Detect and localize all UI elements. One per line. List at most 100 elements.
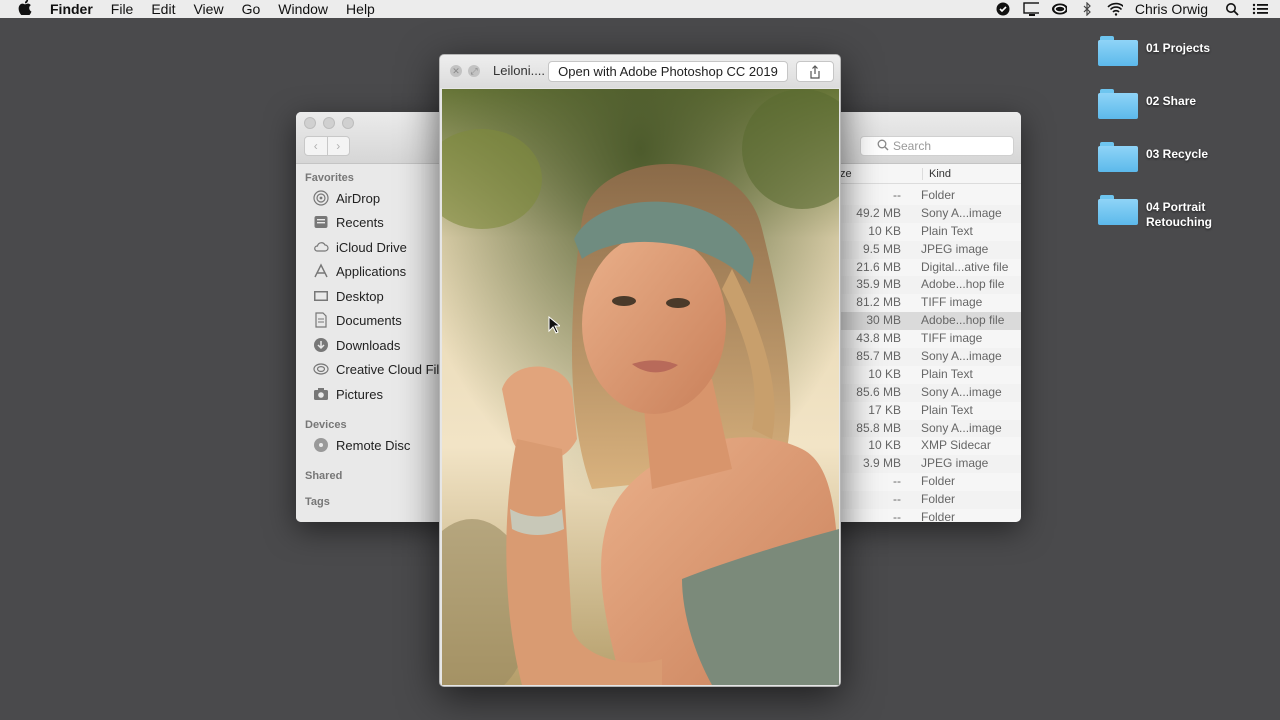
desktop-folder-label: 02 Share <box>1146 94 1197 108</box>
desktop-folder-label: 04 Portrait Retouching <box>1146 200 1212 229</box>
close-icon[interactable]: ✕ <box>450 65 462 77</box>
menu-go[interactable]: Go <box>242 1 261 17</box>
file-row[interactable]: 85.8 MB Sony A...image <box>836 419 1021 438</box>
file-row[interactable]: 10 KB XMP Sidecar <box>836 437 1021 455</box>
sidebar-item-pictures[interactable]: Pictures <box>313 384 383 404</box>
file-row[interactable]: 35.9 MB Adobe...hop file <box>836 276 1021 295</box>
sidebar-item-creative-cloud-files[interactable]: Creative Cloud Files <box>313 359 453 379</box>
fullscreen-icon[interactable]: ⤢ <box>468 65 480 77</box>
file-row[interactable]: 85.7 MB Sony A...image <box>836 348 1021 366</box>
file-row[interactable]: -- Folder <box>836 491 1021 510</box>
sidebar-item-applications[interactable]: Applications <box>313 261 406 281</box>
file-size: 85.6 MB <box>856 384 901 399</box>
column-size[interactable]: ze <box>840 168 852 180</box>
file-size: -- <box>893 474 901 489</box>
file-row[interactable]: 10 KB Plain Text <box>836 223 1021 241</box>
wifi-icon[interactable] <box>1107 2 1123 16</box>
devices-header: Devices <box>305 419 347 431</box>
file-size: 49.2 MB <box>856 205 901 220</box>
file-row[interactable]: 30 MB Adobe...hop file <box>836 312 1021 331</box>
file-kind: Plain Text <box>921 223 973 238</box>
menu-file[interactable]: File <box>111 1 134 17</box>
file-kind: XMP Sidecar <box>921 438 991 453</box>
notification-center-icon[interactable] <box>1252 2 1268 16</box>
desktop-folder-share[interactable]: 02 Share <box>1098 87 1196 119</box>
desktop-icon <box>313 288 329 304</box>
file-row[interactable]: 21.6 MB Digital...ative file <box>836 259 1021 277</box>
quick-look-window: ✕ ⤢ Leiloni.... Open with Adobe Photosho… <box>439 54 841 687</box>
file-row[interactable]: 81.2 MB TIFF image <box>836 294 1021 312</box>
creative-cloud-files-icon <box>313 361 329 377</box>
sidebar-item-recents[interactable]: Recents <box>313 212 384 232</box>
apple-menu-icon[interactable] <box>18 0 34 18</box>
user-name[interactable]: Chris Orwig <box>1135 1 1208 17</box>
file-kind: Folder <box>921 188 956 202</box>
sidebar-item-desktop[interactable]: Desktop <box>313 286 384 306</box>
display-icon[interactable] <box>1023 2 1039 16</box>
camera-icon <box>313 386 329 402</box>
menu-bar: Finder File Edit View Go Window Help Chr… <box>0 0 1280 18</box>
back-button[interactable]: ‹ <box>305 137 328 155</box>
file-row[interactable]: 17 KB Plain Text <box>836 402 1021 420</box>
file-size: -- <box>893 510 901 522</box>
file-kind: Adobe...hop file <box>921 277 1005 292</box>
menu-edit[interactable]: Edit <box>151 1 175 17</box>
file-kind: Sony A...image <box>921 205 1002 220</box>
menu-view[interactable]: View <box>193 1 223 17</box>
file-kind: Plain Text <box>921 402 973 417</box>
quick-look-filename: Leiloni.... <box>493 63 546 78</box>
recents-icon <box>313 214 329 230</box>
folder-icon <box>1098 195 1138 225</box>
menu-finder[interactable]: Finder <box>50 1 93 17</box>
sidebar-item-remote-disc[interactable]: Remote Disc <box>313 435 410 455</box>
sidebar-item-documents[interactable]: Documents <box>313 310 402 330</box>
open-with-photoshop-button[interactable]: Open with Adobe Photoshop CC 2019 <box>548 61 788 82</box>
status-shield-icon[interactable] <box>995 2 1011 16</box>
search-field[interactable]: Search <box>860 136 1014 156</box>
file-kind: Adobe...hop file <box>921 313 1005 328</box>
file-row[interactable]: -- Folder <box>836 473 1021 491</box>
minimize-window-button[interactable] <box>323 117 335 129</box>
zoom-window-button[interactable] <box>342 117 354 129</box>
file-kind: Sony A...image <box>921 420 1002 435</box>
shared-header: Shared <box>305 470 343 482</box>
desktop-folder-portrait-retouching[interactable]: 04 Portrait Retouching <box>1098 193 1212 230</box>
creative-cloud-icon[interactable] <box>1051 2 1067 16</box>
forward-button[interactable]: › <box>328 137 350 155</box>
spotlight-search-icon[interactable] <box>1224 2 1240 16</box>
menu-window[interactable]: Window <box>278 1 328 17</box>
file-row[interactable]: 10 KB Plain Text <box>836 366 1021 384</box>
file-row[interactable]: 49.2 MB Sony A...image <box>836 204 1021 223</box>
menu-help[interactable]: Help <box>346 1 375 17</box>
sidebar-item-icloud-drive[interactable]: iCloud Drive <box>313 237 407 257</box>
file-row[interactable]: 3.9 MB JPEG image <box>836 455 1021 474</box>
sidebar-item-label: Pictures <box>336 386 383 402</box>
file-size: -- <box>893 492 901 507</box>
disc-icon <box>313 437 329 453</box>
share-icon[interactable] <box>796 61 834 82</box>
desktop-folder-label: 01 Projects <box>1146 41 1211 55</box>
desktop-folder-recycle[interactable]: 03 Recycle <box>1098 140 1208 172</box>
sidebar-item-label: Applications <box>336 263 407 279</box>
file-kind: Folder <box>921 492 956 507</box>
sidebar-item-label: Recents <box>336 214 384 230</box>
file-row[interactable]: -- Folder <box>836 187 1021 205</box>
close-window-button[interactable] <box>304 117 316 129</box>
tags-header: Tags <box>305 496 330 508</box>
file-row[interactable]: -- Folder <box>836 509 1021 522</box>
desktop-folder-projects[interactable]: 01 Projects <box>1098 34 1210 66</box>
file-row[interactable]: 85.6 MB Sony A...image <box>836 383 1021 402</box>
sidebar-item-downloads[interactable]: Downloads <box>313 335 400 355</box>
file-kind: JPEG image <box>921 241 989 256</box>
file-row[interactable]: 9.5 MB JPEG image <box>836 240 1021 259</box>
mouse-pointer-icon <box>548 315 562 339</box>
bluetooth-icon[interactable] <box>1079 2 1095 16</box>
sidebar-item-airdrop[interactable]: AirDrop <box>313 188 380 208</box>
file-row[interactable]: 43.8 MB TIFF image <box>836 330 1021 348</box>
search-icon <box>877 139 889 154</box>
column-kind[interactable]: Kind <box>922 168 951 180</box>
download-icon <box>313 337 329 353</box>
file-size: 9.5 MB <box>862 241 901 256</box>
file-size: 10 KB <box>868 438 901 453</box>
file-size: 85.8 MB <box>856 420 901 435</box>
